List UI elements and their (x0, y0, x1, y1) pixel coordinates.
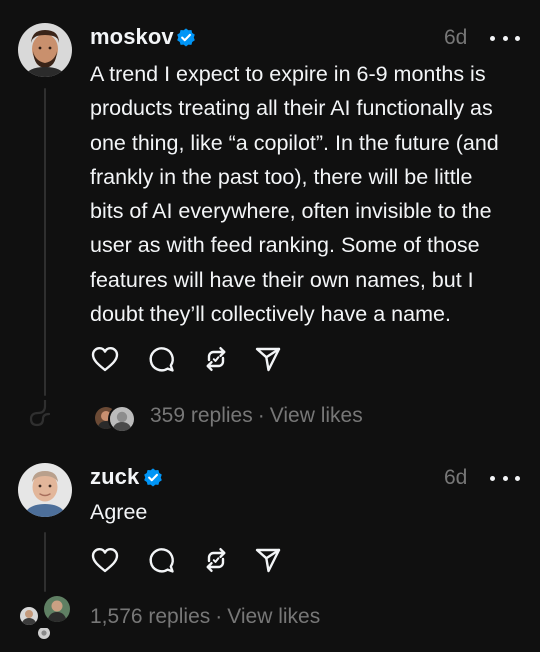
post-time: 6d (444, 26, 468, 49)
avatar-zuck[interactable] (18, 463, 72, 517)
post-text: Agree (90, 500, 148, 524)
comment-icon[interactable] (146, 344, 176, 374)
reply-meta: 1,576 replies · View likes (90, 605, 320, 629)
heart-icon[interactable] (90, 344, 120, 374)
more-icon[interactable] (490, 28, 520, 48)
send-icon[interactable] (253, 344, 283, 374)
meta-separator: · (215, 605, 223, 628)
replier-avatar (44, 596, 70, 622)
more-icon[interactable] (490, 468, 520, 488)
repost-icon[interactable] (201, 344, 231, 374)
send-icon[interactable] (253, 545, 283, 575)
username[interactable]: zuck (90, 464, 139, 490)
post-zuck: zuck 6d Agree 1,576 replies · View likes (0, 440, 540, 652)
replier-avatar (38, 627, 50, 639)
replier-avatar (20, 607, 38, 625)
reply-count[interactable]: 1,576 replies (90, 605, 210, 628)
reply-count[interactable]: 359 replies (150, 404, 253, 427)
thread-curl-icon (29, 400, 51, 427)
thread-line (44, 532, 46, 592)
view-likes-link[interactable]: View likes (270, 404, 363, 427)
repost-icon[interactable] (201, 545, 231, 575)
comment-icon[interactable] (146, 545, 176, 575)
thread-line (44, 88, 46, 396)
verified-badge-icon (177, 28, 195, 47)
post-moskov: moskov 6d A trend I expect to expire in … (0, 0, 540, 440)
avatar-moskov[interactable] (18, 23, 72, 77)
action-bar (90, 344, 290, 374)
heart-icon[interactable] (90, 545, 120, 575)
action-bar (90, 545, 290, 575)
reply-meta: 359 replies · View likes (150, 404, 363, 428)
view-likes-link[interactable]: View likes (227, 605, 320, 628)
verified-badge-icon (144, 468, 162, 487)
replier-avatar (108, 405, 136, 433)
meta-separator: · (257, 404, 265, 427)
post-text: A trend I expect to expire in 6-9 months… (90, 62, 499, 327)
post-time: 6d (444, 466, 468, 489)
username[interactable]: moskov (90, 24, 174, 50)
